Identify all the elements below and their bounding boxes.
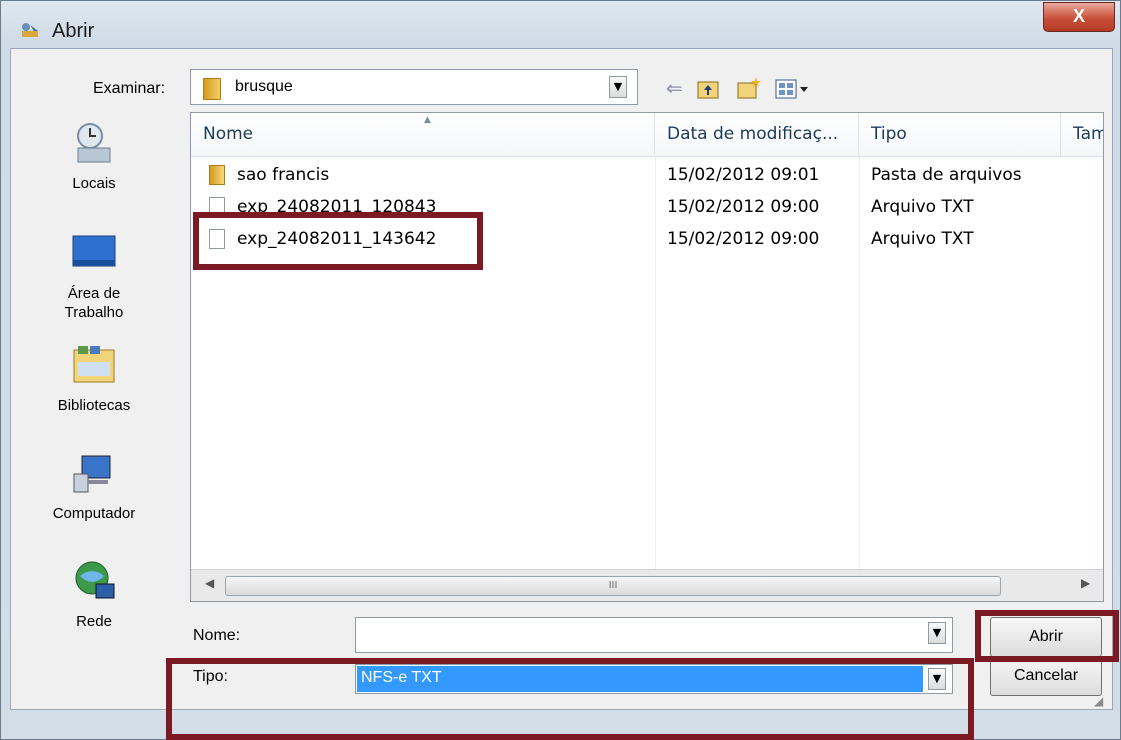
column-header-size[interactable]: Tam (1061, 113, 1103, 157)
dialog-app-icon (22, 23, 38, 37)
cancel-button[interactable]: Cancelar (990, 656, 1102, 696)
recent-places-icon (77, 123, 111, 163)
folder-icon (209, 165, 225, 185)
view-menu-icon[interactable] (775, 78, 811, 100)
folder-icon (203, 78, 221, 100)
file-type: Arquivo TXT (871, 197, 974, 217)
column-header-label: Tipo (871, 124, 907, 144)
place-label: Área de Trabalho (64, 285, 124, 321)
lookin-label: Examinar: (93, 80, 166, 97)
place-label: Locais (72, 175, 116, 192)
file-list[interactable]: Nome ▲ Data de modificaç... Tipo Tam sao… (190, 112, 1104, 602)
place-libraries[interactable]: Bibliotecas (20, 342, 168, 415)
file-name-label: Nome: (193, 627, 241, 644)
place-desktop[interactable]: Área de Trabalho (20, 230, 168, 322)
place-label: Bibliotecas (57, 397, 131, 414)
title-bar[interactable] (0, 0, 1121, 48)
file-date: 15/02/2012 09:01 (667, 165, 820, 185)
highlight-box-open-button (975, 610, 1119, 662)
desktop-icon (72, 235, 116, 267)
file-row[interactable]: sao francis 15/02/2012 09:01 Pasta de ar… (191, 161, 1103, 189)
places-bar: Locais Área de Trabalho Bibliotecas Comp… (20, 112, 168, 672)
horizontal-scrollbar[interactable]: ◀ III ▶ (191, 569, 1103, 601)
sort-ascending-icon: ▲ (424, 115, 431, 125)
file-type: Arquivo TXT (871, 229, 974, 249)
lookin-dropdown[interactable]: brusque ▼ (190, 69, 638, 105)
column-header-label: Nome (203, 124, 254, 144)
file-name-input[interactable]: ▼ (355, 617, 953, 653)
place-label: Computador (52, 505, 136, 522)
network-icon (75, 561, 115, 599)
column-header-name[interactable]: Nome (191, 113, 655, 157)
chevron-down-icon[interactable]: ▼ (928, 622, 946, 644)
window-title: Abrir (52, 20, 95, 42)
file-type: Pasta de arquivos (871, 165, 1022, 185)
new-folder-icon[interactable] (736, 76, 762, 100)
column-header-label: Data de modificaç... (667, 124, 839, 144)
chevron-down-icon[interactable]: ▼ (609, 76, 627, 98)
computer-icon (73, 455, 111, 493)
resize-grip-icon[interactable]: ◢ (1094, 694, 1108, 708)
libraries-icon (73, 346, 115, 383)
place-computer[interactable]: Computador (20, 450, 168, 523)
place-recent[interactable]: Locais (20, 120, 168, 193)
close-button[interactable]: X (1043, 2, 1115, 32)
scrollbar-thumb[interactable]: III (225, 576, 1001, 596)
file-date: 15/02/2012 09:00 (667, 197, 820, 217)
up-folder-icon[interactable] (696, 78, 720, 100)
highlight-box-file (193, 212, 483, 270)
column-header-type[interactable]: Tipo (859, 113, 1061, 157)
scroll-left-icon[interactable]: ◀ (205, 576, 214, 590)
highlight-box-file-type (166, 658, 974, 740)
column-header-date[interactable]: Data de modificaç... (655, 113, 859, 157)
place-network[interactable]: Rede (20, 558, 168, 631)
place-label: Rede (76, 613, 112, 630)
column-header-label: Tam (1073, 124, 1103, 144)
lookin-value: brusque (235, 78, 293, 95)
scroll-right-icon[interactable]: ▶ (1081, 576, 1090, 590)
file-name: sao francis (237, 165, 330, 185)
back-arrow-icon[interactable]: ⇐ (666, 76, 683, 102)
file-date: 15/02/2012 09:00 (667, 229, 820, 249)
